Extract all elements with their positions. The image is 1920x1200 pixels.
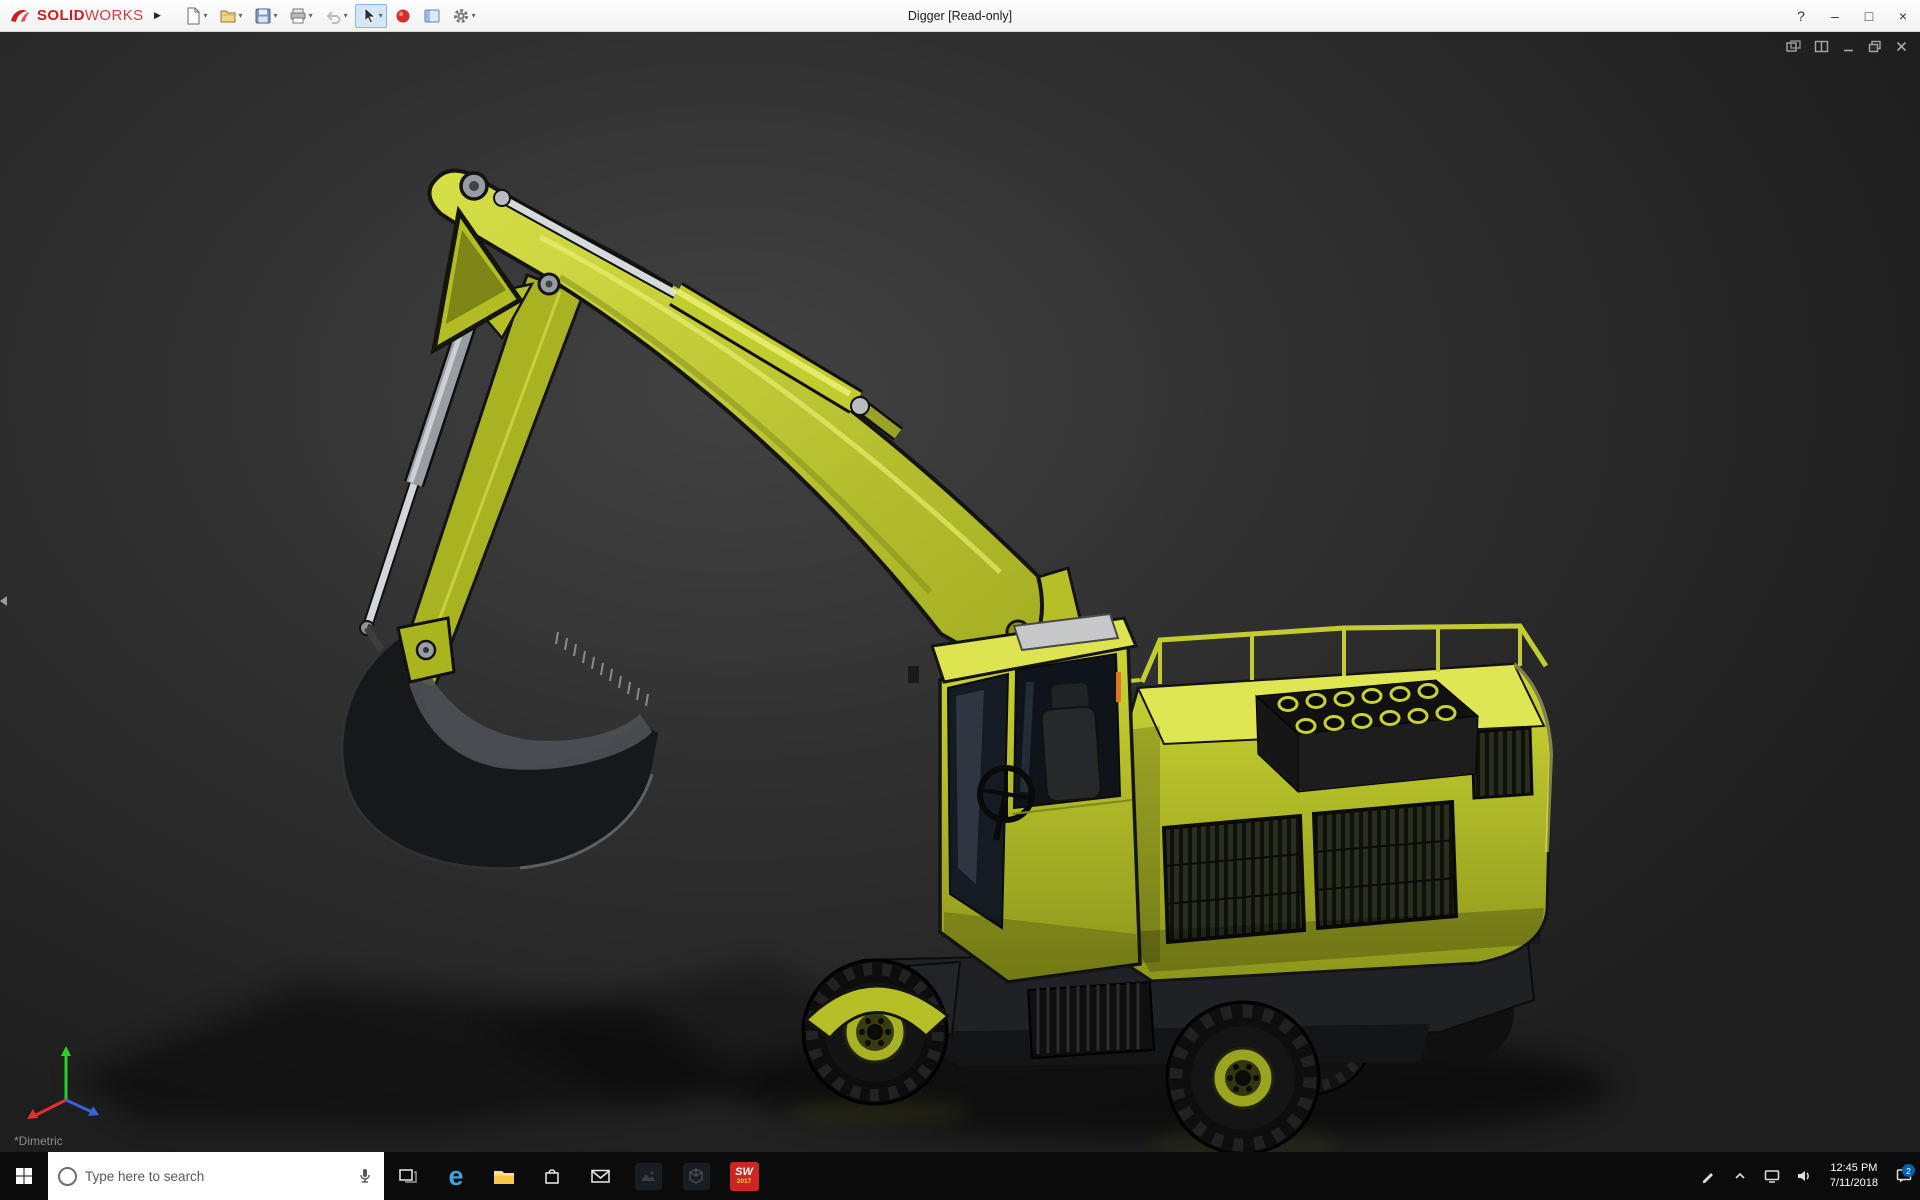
graphics-area[interactable]: *Dimetric: [0, 32, 1920, 1152]
dropdown-caret[interactable]: ▾: [344, 12, 348, 20]
action-center-button[interactable]: 2: [1888, 1168, 1920, 1184]
taskbar-search[interactable]: [48, 1152, 384, 1200]
hidden-icons-button[interactable]: [1724, 1170, 1756, 1182]
brand-text: SOLIDWORKS: [37, 7, 144, 24]
new-document-icon: [184, 7, 202, 25]
front-right-wheel[interactable]: [1167, 1002, 1319, 1152]
select-cursor-icon: [359, 7, 377, 25]
microphone-icon[interactable]: [356, 1167, 374, 1185]
close-doc-icon[interactable]: [1895, 40, 1908, 53]
help-button[interactable]: ?: [1784, 0, 1818, 31]
clock-time: 12:45 PM: [1830, 1161, 1878, 1176]
cortana-icon[interactable]: [58, 1167, 77, 1186]
store-icon: [542, 1166, 562, 1186]
print-button[interactable]: ▾: [285, 4, 317, 28]
restore-doc-icon[interactable]: [1868, 40, 1882, 53]
dropdown-caret[interactable]: ▾: [309, 12, 313, 20]
save-icon: [254, 7, 272, 25]
pen-icon: [1700, 1168, 1716, 1184]
search-input[interactable]: [85, 1169, 348, 1184]
menu-expander-arrow[interactable]: ▶: [150, 5, 166, 27]
featuremanager-collapse-arrow[interactable]: [0, 587, 12, 615]
undo-button[interactable]: ▾: [320, 4, 352, 28]
3d-viewer-icon: [683, 1163, 710, 1190]
view-orientation-label: *Dimetric: [14, 1134, 63, 1148]
undo-icon: [324, 7, 342, 25]
3d-viewer-button[interactable]: [672, 1152, 720, 1200]
dropdown-caret[interactable]: ▾: [472, 12, 476, 20]
cab[interactable]: [908, 614, 1140, 982]
ds-logo-icon: [8, 7, 32, 25]
edge-icon: e: [448, 1163, 463, 1190]
new-document-button[interactable]: ▾: [180, 4, 212, 28]
minimize-doc-icon[interactable]: [1842, 40, 1855, 53]
appearances-button[interactable]: [390, 4, 416, 28]
select-tool-button[interactable]: ▾: [355, 4, 387, 28]
close-button[interactable]: ×: [1886, 0, 1920, 31]
minimize-button[interactable]: –: [1818, 0, 1852, 31]
task-view-icon: [398, 1166, 418, 1186]
mail-button[interactable]: [576, 1152, 624, 1200]
solidworks-taskbar-button[interactable]: SW2017: [720, 1152, 768, 1200]
network-tray-button[interactable]: [1756, 1168, 1788, 1184]
dropdown-caret[interactable]: ▾: [239, 12, 243, 20]
3d-model-digger[interactable]: [0, 32, 1920, 1152]
mail-icon: [590, 1167, 611, 1185]
display-settings-button[interactable]: [419, 4, 445, 28]
save-button[interactable]: ▾: [250, 4, 282, 28]
clock-date: 7/11/2018: [1830, 1176, 1878, 1191]
windows-logo-icon: [15, 1167, 33, 1185]
front-left-wheel[interactable]: [803, 960, 948, 1104]
engine-block[interactable]: [1256, 680, 1478, 792]
orientation-triad: [20, 1038, 112, 1124]
solidworks-logo: SOLIDWORKS: [0, 7, 150, 25]
notification-badge: 2: [1902, 1164, 1915, 1177]
file-explorer-icon: [493, 1167, 515, 1186]
document-title: Digger [Read-only]: [908, 9, 1012, 23]
solidworks-app-icon: SW2017: [730, 1162, 759, 1191]
windows-taskbar: e: [0, 1152, 1920, 1200]
print-icon: [289, 7, 307, 25]
volume-icon: [1795, 1168, 1813, 1184]
photos-button[interactable]: [624, 1152, 672, 1200]
task-view-button[interactable]: [384, 1152, 432, 1200]
options-button[interactable]: ▾: [448, 4, 480, 28]
file-explorer-button[interactable]: [480, 1152, 528, 1200]
store-button[interactable]: [528, 1152, 576, 1200]
edge-button[interactable]: e: [432, 1152, 480, 1200]
bucket[interactable]: [342, 618, 660, 869]
dropdown-caret[interactable]: ▾: [379, 12, 383, 20]
pen-tray-button[interactable]: [1692, 1168, 1724, 1184]
maximize-button[interactable]: □: [1852, 0, 1886, 31]
photos-icon: [635, 1163, 662, 1190]
window-controls: ? – □ ×: [1784, 0, 1920, 31]
main-toolbar: ▾ ▾ ▾ ▾: [180, 4, 480, 28]
volume-tray-button[interactable]: [1788, 1168, 1820, 1184]
dropdown-caret[interactable]: ▾: [274, 12, 278, 20]
app-titlebar: SOLIDWORKS ▶ ▾ ▾ ▾: [0, 0, 1920, 32]
new-window-icon[interactable]: [1786, 40, 1801, 53]
left-arrow-icon: [0, 596, 7, 606]
network-icon: [1763, 1168, 1781, 1184]
appearance-sphere-icon: [394, 7, 412, 25]
taskbar-clock[interactable]: 12:45 PM 7/11/2018: [1820, 1161, 1888, 1192]
open-document-icon: [219, 7, 237, 25]
start-button[interactable]: [0, 1152, 48, 1200]
document-window-controls: [1786, 40, 1908, 53]
solidworks-window: SOLIDWORKS ▶ ▾ ▾ ▾: [0, 0, 1920, 1200]
gear-icon: [452, 7, 470, 25]
dropdown-caret[interactable]: ▾: [204, 12, 208, 20]
split-window-icon[interactable]: [1814, 40, 1829, 53]
chevron-up-icon: [1733, 1170, 1747, 1182]
display-panel-icon: [423, 7, 441, 25]
system-tray: 12:45 PM 7/11/2018 2: [1692, 1152, 1920, 1200]
open-document-button[interactable]: ▾: [215, 4, 247, 28]
